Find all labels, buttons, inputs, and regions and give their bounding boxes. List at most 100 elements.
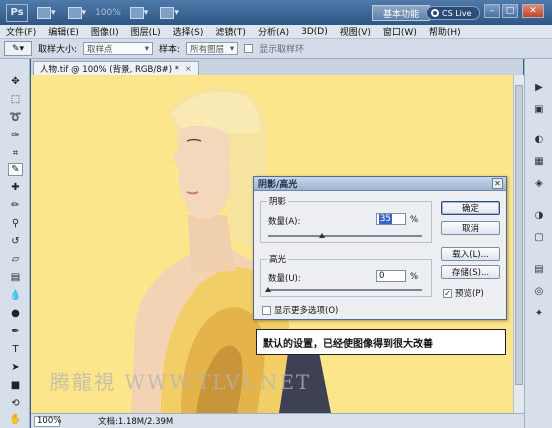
clone-stamp-tool-icon[interactable]: ⚲ [8,217,23,230]
document-title: 人物.tif @ 100% (背景, RGB/8#) * [40,64,180,75]
chevron-down-icon: ▾ [144,43,150,54]
panel-dock: ▶ ▣ ◐ ▦ ◈ ◑ ▢ ▤ ◎ ✦ [524,59,552,428]
swatches-panel-icon[interactable]: ▦ [532,155,546,168]
tool-preset-picker[interactable]: ✎▾ [4,41,32,56]
sample-select[interactable]: 所有图层 ▾ [186,42,239,55]
shape-tool-icon[interactable]: ■ [8,379,23,392]
blur-tool-icon[interactable]: 💧 [8,289,23,302]
sample-size-value: 取样点 [87,44,113,55]
highlights-amount-slider[interactable] [268,289,422,291]
history-panel-icon[interactable]: ▶ [532,81,546,94]
show-sampling-ring-checkbox[interactable] [244,44,254,53]
pen-tool-icon[interactable]: ✒ [8,325,23,338]
path-selection-tool-icon[interactable]: ➤ [8,361,23,374]
ok-button[interactable]: 确定 [441,201,500,215]
view-extras-button[interactable]: ▾ [65,4,90,22]
menu-image[interactable]: 图像(I) [91,25,119,38]
document-size-info: 文档:1.18M/2.39M [98,417,174,427]
document-tab[interactable]: 人物.tif @ 100% (背景, RGB/8#) * × [33,61,199,75]
dialog-title: 阴影/高光 [258,180,298,190]
zoom-field[interactable]: 100% [34,415,61,427]
crop-tool-icon[interactable]: ⌗ [8,147,23,160]
chevron-down-icon: ▾ [229,43,235,54]
zoom-level-menu[interactable]: 100% [95,8,121,18]
cs-live-label: CS Live [442,8,472,18]
history-brush-tool-icon[interactable]: ↺ [8,235,23,248]
show-more-options-checkbox[interactable] [262,305,271,315]
close-icon[interactable]: × [185,64,192,73]
eyedropper-icon: ✎▾ [11,43,25,54]
sample-value: 所有图层 [190,44,225,55]
status-bar: 100% 文档:1.18M/2.39M [31,413,524,428]
channels-panel-icon[interactable]: ◎ [532,285,546,298]
sample-label: 样本: [159,45,181,55]
menu-analysis[interactable]: 分析(A) [258,25,289,38]
menu-layer[interactable]: 图层(L) [131,25,161,38]
arrange-icon [129,6,144,19]
cancel-button[interactable]: 取消 [441,221,500,235]
styles-panel-icon[interactable]: ◈ [532,177,546,190]
shadows-amount-label: 数量(A): [268,217,301,227]
arrange-documents-button[interactable]: ▾ [127,4,152,22]
preview-checkbox[interactable] [443,288,452,298]
minimize-button[interactable]: – [484,4,500,18]
lasso-tool-icon[interactable]: ➰ [8,111,23,124]
menu-view[interactable]: 视图(V) [340,25,371,38]
hand-tool-icon[interactable]: ✋ [8,413,23,426]
application-bar: Ps ▾ ▾ 100% ▾ ▾ 基本功能 CS Live – □ ✕ [0,0,552,25]
highlights-slider-thumb[interactable] [265,287,271,292]
paths-panel-icon[interactable]: ✦ [532,307,546,320]
highlights-legend: 高光 [269,255,287,265]
cs-live-button[interactable]: CS Live [426,6,480,20]
screen-mode-button[interactable]: ▾ [157,4,182,22]
scroll-thumb[interactable] [515,85,523,385]
menu-edit[interactable]: 编辑(E) [48,25,79,38]
sample-size-select[interactable]: 取样点 ▾ [83,42,154,55]
preview-option[interactable]: 预览(P) [443,287,484,299]
masks-panel-icon[interactable]: ▢ [532,231,546,244]
eraser-tool-icon[interactable]: ▱ [8,253,23,266]
menu-help[interactable]: 帮助(H) [429,25,461,38]
menu-file[interactable]: 文件(F) [6,25,36,38]
menu-3d[interactable]: 3D(D) [301,27,328,37]
dialog-title-bar[interactable]: 阴影/高光 ✕ [254,177,506,191]
workspace-button[interactable]: 基本功能 [372,5,430,21]
save-button[interactable]: 存储(S)... [441,265,500,279]
highlights-amount-input[interactable]: 0 [376,270,406,282]
vertical-scrollbar[interactable] [513,75,524,413]
menu-filter[interactable]: 滤镜(T) [215,25,246,38]
show-more-options[interactable]: 显示更多选项(O) [262,304,338,316]
layers-panel-icon[interactable]: ▤ [532,263,546,276]
brush-tool-icon[interactable]: ✏ [8,199,23,212]
options-bar: ✎▾ 取样大小: 取样点 ▾ 样本: 所有图层 ▾ 显示取样环 [0,39,552,59]
quick-selection-tool-icon[interactable]: ✑ [8,129,23,142]
menu-select[interactable]: 选择(S) [173,25,204,38]
gradient-tool-icon[interactable]: ▤ [8,271,23,284]
menu-window[interactable]: 窗口(W) [383,25,417,38]
shadows-slider-thumb[interactable] [318,233,325,238]
eyedropper-tool-icon[interactable]: ✎ [8,163,23,176]
dodge-tool-icon[interactable]: ● [8,307,23,320]
healing-brush-tool-icon[interactable]: ✚ [8,181,23,194]
percent-sign: % [410,272,419,282]
show-more-options-label: 显示更多选项(O) [274,306,339,316]
load-button[interactable]: 载入(L)... [441,247,500,261]
type-tool-icon[interactable]: T [8,343,23,356]
adjustments-panel-icon[interactable]: ◑ [532,209,546,222]
menu-bar: 文件(F) 编辑(E) 图像(I) 图层(L) 选择(S) 滤镜(T) 分析(A… [0,25,552,39]
shadows-amount-slider[interactable] [268,235,422,237]
move-tool-icon[interactable]: ✥ [8,75,23,88]
maximize-button[interactable]: □ [502,4,518,18]
sample-size-label: 取样大小: [38,45,78,55]
actions-panel-icon[interactable]: ▣ [532,103,546,116]
color-panel-icon[interactable]: ◐ [532,133,546,146]
preview-label: 预览(P) [455,289,484,299]
close-button[interactable]: ✕ [522,4,544,18]
dialog-close-button[interactable]: ✕ [492,178,503,189]
bridge-button[interactable]: ▾ [34,4,59,22]
watermark: 腾龍視 WWW.TLVI.NET [50,370,312,394]
marquee-tool-icon[interactable]: ⬚ [8,93,23,106]
3d-rotate-tool-icon[interactable]: ⟲ [8,397,23,410]
shadows-amount-input[interactable]: 35 [376,213,406,225]
toolbox: ✥ ⬚ ➰ ✑ ⌗ ✎ ✚ ✏ ⚲ ↺ ▱ ▤ 💧 ● ✒ T ➤ ■ ⟲ ✋ [0,59,30,428]
